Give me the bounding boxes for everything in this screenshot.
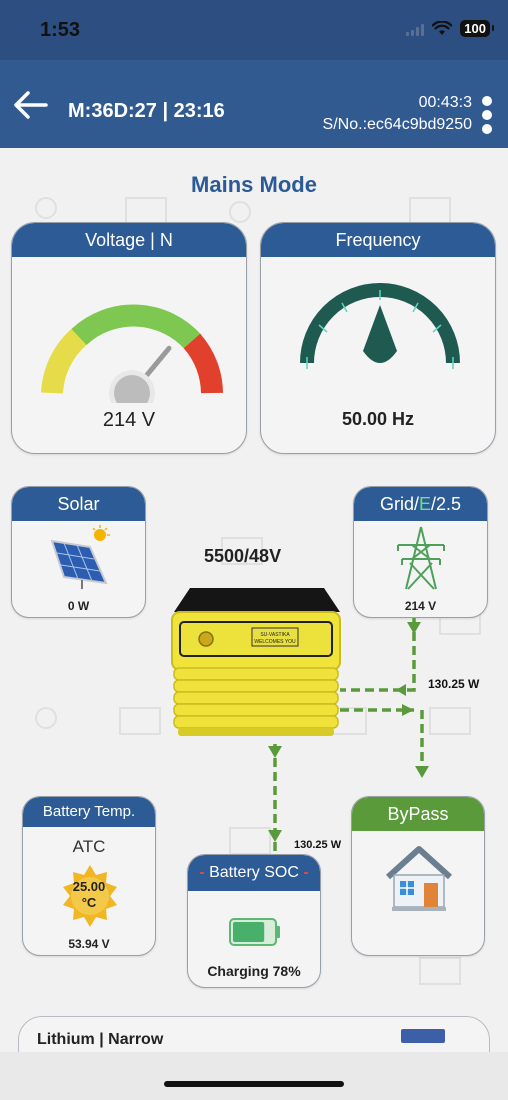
serial-number: S/No.:ec64c9bd9250	[322, 116, 472, 133]
battery-temp-title: Battery Temp.	[23, 797, 155, 827]
grid-card[interactable]: Grid/E/2.5 214 V	[353, 486, 488, 618]
grid-value: 214 V	[404, 599, 437, 613]
voltage-gauge	[41, 304, 223, 403]
home-indicator[interactable]	[164, 1081, 344, 1087]
grid-card-title: Grid/E/2.5	[354, 487, 487, 521]
bypass-title: ByPass	[352, 797, 484, 831]
solar-card-title: Solar	[12, 487, 145, 521]
grid-title-suffix: /2.5	[431, 494, 462, 514]
app-header: M:36D:27 | 23:16 00:43:3 S/No.:ec64c9bd9…	[0, 60, 508, 148]
grid-title-prefix: Grid/	[379, 494, 419, 514]
frequency-card[interactable]: Frequency 50.00 Hz	[260, 222, 496, 454]
battery-soc-label: Battery SOC	[209, 864, 299, 881]
bypass-card[interactable]: ByPass	[351, 796, 485, 956]
grid-earth-indicator: E	[418, 494, 431, 514]
battery-temp-card[interactable]: Battery Temp. ATC 25.00 °C 53.94 V	[22, 796, 156, 956]
temp-unit: °C	[81, 895, 97, 910]
battery-voltage: 53.94 V	[68, 937, 110, 951]
kebab-menu-icon[interactable]	[480, 96, 494, 134]
solar-panel-icon	[50, 525, 110, 589]
temp-mode-label: ATC	[72, 837, 106, 856]
battery-soc-title: - Battery SOC -	[188, 855, 320, 891]
voltage-value: 214 V	[102, 409, 156, 431]
battery-pack-icon	[401, 1029, 445, 1043]
frequency-card-title: Frequency	[261, 223, 495, 257]
voltage-card[interactable]: Voltage | N 214 V	[11, 222, 247, 454]
temp-value: 25.00	[72, 879, 106, 894]
battery-soc-status: Charging 78%	[207, 963, 301, 979]
header-title: M:36D:27 | 23:16	[68, 100, 225, 122]
status-bar: 1:53 100	[0, 0, 508, 60]
grid-flow-value: 130.25 W	[428, 677, 480, 691]
battery-type-label: Lithium | Narrow	[37, 1031, 164, 1048]
inverter-rating: 5500/48V	[204, 546, 282, 566]
status-icons: 100	[406, 20, 494, 37]
frequency-gauge	[300, 283, 460, 369]
mode-title: Mains Mode	[191, 172, 317, 197]
frequency-value: 50.00 Hz	[341, 409, 415, 429]
transmission-tower-icon	[397, 526, 445, 590]
inverter-display-line2: WELCOMES YOU	[254, 639, 296, 645]
voltage-card-title: Voltage | N	[12, 223, 246, 257]
battery-icon	[229, 918, 280, 946]
status-time: 1:53	[40, 19, 81, 41]
inverter-image[interactable]: SU-VASTIKA WELCOMES YOU	[166, 584, 346, 754]
solar-value: 0 W	[67, 599, 90, 613]
cellular-signal-icon	[406, 22, 425, 36]
wifi-icon	[432, 21, 453, 35]
inverter-display-line1: SU-VASTIKA	[260, 632, 290, 638]
battery-flow-value: 130.25 W	[294, 839, 342, 851]
battery-soc-card[interactable]: - Battery SOC - Charging 78%	[187, 854, 321, 988]
battery-level: 100	[460, 20, 494, 37]
header-clock: 00:43:3	[418, 94, 472, 111]
home-bar-area	[0, 1052, 508, 1100]
back-arrow-icon[interactable]	[12, 90, 48, 120]
house-icon	[385, 846, 453, 911]
solar-card[interactable]: Solar 0 W	[11, 486, 146, 618]
